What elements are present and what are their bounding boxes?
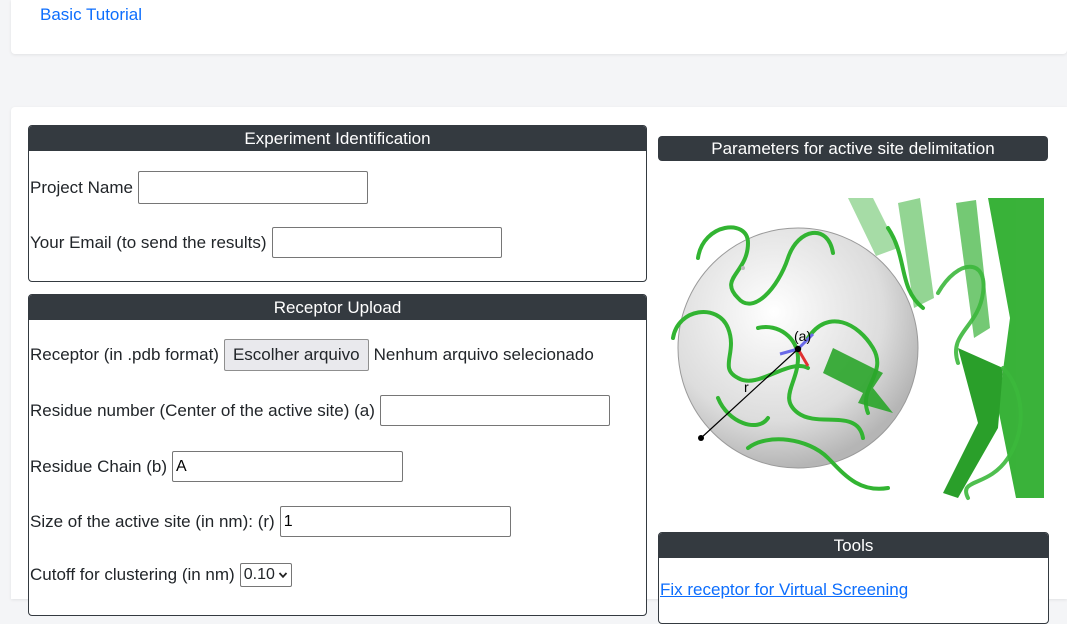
active-site-figure: (a) r [658,198,1044,502]
receptor-file-row: Receptor (in .pdb format) Escolher arqui… [30,339,594,371]
receptor-upload-section: Receptor Upload Receptor (in .pdb format… [28,294,647,616]
active-site-size-label: Size of the active site (in nm): (r) [30,511,275,531]
basic-tutorial-link[interactable]: Basic Tutorial [40,5,142,25]
residue-chain-input[interactable] [172,451,404,482]
tools-section: Tools Fix receptor for Virtual Screening [658,532,1049,624]
email-label: Your Email (to send the results) [30,232,267,252]
top-card: Basic Tutorial [11,0,1067,54]
experiment-identification-title: Experiment Identification [29,126,646,151]
email-row: Your Email (to send the results) [30,227,502,258]
fix-receptor-link[interactable]: Fix receptor for Virtual Screening [660,580,908,600]
cutoff-select[interactable]: 0.10 [239,563,292,587]
tools-title: Tools [659,533,1048,558]
receptor-file-label: Receptor (in .pdb format) [30,345,219,364]
residue-number-input[interactable] [379,395,610,426]
residue-number-label: Residue number (Center of the active sit… [30,400,375,420]
chevron-down-icon [278,572,288,579]
parameters-title: Parameters for active site delimitation [658,136,1048,161]
residue-chain-label: Residue Chain (b) [30,456,168,476]
center-label: (a) [794,328,811,344]
project-name-label: Project Name [30,177,133,197]
experiment-identification-section: Experiment Identification Project Name Y… [28,125,647,282]
main-card: Experiment Identification Project Name Y… [11,107,1067,624]
file-status-text: Nenhum arquivo selecionado [373,345,594,364]
residue-chain-row: Residue Chain (b) [30,451,404,482]
active-site-size-row: Size of the active site (in nm): (r) [30,506,511,537]
cutoff-label: Cutoff for clustering (in nm) [30,565,235,584]
cutoff-row: Cutoff for clustering (in nm) 0.10 [30,563,292,587]
choose-file-button[interactable]: Escolher arquivo [223,339,369,371]
project-name-row: Project Name [30,171,368,204]
email-input[interactable] [271,227,502,258]
cutoff-selected-value: 0.10 [243,566,275,583]
project-name-input[interactable] [137,171,368,204]
active-site-size-input[interactable] [279,506,511,537]
radius-label: r [744,379,749,395]
receptor-upload-title: Receptor Upload [29,295,646,320]
residue-number-row: Residue number (Center of the active sit… [30,395,610,426]
protein-sphere-illustration: (a) r [671,198,1044,500]
